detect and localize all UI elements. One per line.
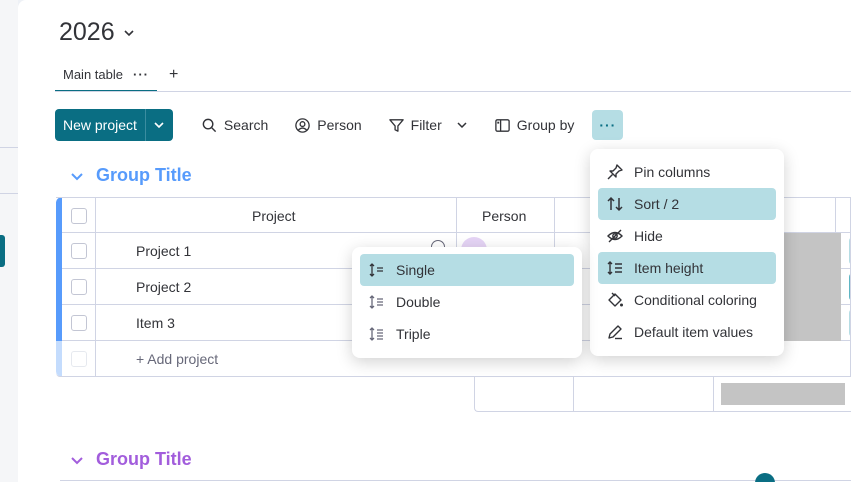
search-button[interactable]: Search (201, 109, 268, 141)
board-title[interactable]: 2026 (59, 18, 135, 47)
more-icon[interactable]: ··· (133, 67, 149, 82)
row-height-icon (369, 263, 383, 277)
menu-item-label: Default item values (634, 324, 754, 340)
filter-icon (388, 118, 404, 132)
menu-item-label: Hide (634, 228, 663, 244)
tabs-divider (55, 91, 851, 92)
new-project-dropdown[interactable] (144, 109, 173, 141)
menu-item-conditional-coloring[interactable]: Conditional coloring (598, 284, 776, 316)
group-title[interactable]: Group Title (96, 165, 192, 186)
row-checkbox[interactable] (71, 243, 87, 259)
column-header-project[interactable]: Project (252, 208, 296, 224)
menu-item-default-item-values[interactable]: Default item values (598, 316, 776, 348)
row-name[interactable]: Project 2 (136, 279, 191, 295)
menu-item-label: Conditional coloring (634, 292, 757, 308)
board-toolbar: New project Search Person Filter Group b… (55, 109, 624, 141)
row-checkbox[interactable] (71, 279, 87, 295)
sidebar-active-indicator[interactable] (0, 235, 5, 267)
tab-main-table-label: Main table (63, 66, 123, 82)
group-by-icon (494, 118, 510, 132)
menu-item-label: Triple (396, 326, 431, 342)
view-tabs: Main table ··· + (55, 58, 178, 92)
summary-row (474, 376, 851, 412)
row-name[interactable]: Item 3 (136, 315, 175, 331)
height-option-double[interactable]: Double (360, 286, 574, 318)
sidebar-divider (0, 193, 18, 194)
menu-item-label: Sort / 2 (634, 196, 680, 212)
more-options-button[interactable]: ··· (592, 110, 624, 140)
filter-label: Filter (410, 117, 442, 133)
menu-item-sort[interactable]: Sort / 2 (598, 188, 776, 220)
chevron-down-icon[interactable] (456, 119, 468, 131)
new-project-button[interactable]: New project (55, 109, 173, 141)
row-height-icon (607, 261, 622, 275)
item-height-submenu: Single Double Triple (352, 247, 582, 358)
menu-item-label: Single (396, 262, 435, 278)
menu-item-label: Pin columns (634, 164, 711, 180)
pencil-icon (608, 325, 622, 340)
menu-item-hide[interactable]: Hide (598, 220, 776, 252)
search-icon (202, 118, 217, 132)
paint-bucket-icon (608, 292, 623, 307)
select-all-checkbox[interactable] (71, 208, 87, 224)
filter-button[interactable]: Filter (388, 109, 468, 141)
group-by-label: Group by (516, 117, 575, 133)
group-by-button[interactable]: Group by (494, 109, 575, 141)
person-filter-button[interactable]: Person (294, 109, 362, 141)
row-name[interactable]: Project 1 (136, 243, 191, 259)
menu-item-item-height[interactable]: Item height (598, 252, 776, 284)
chevron-down-icon (154, 122, 164, 129)
left-sidebar (0, 0, 18, 482)
search-label: Search (223, 117, 269, 133)
table-top-border (60, 480, 851, 481)
summary-placeholder (721, 383, 845, 405)
board-title-text: 2026 (59, 18, 115, 46)
group-header[interactable]: Group Title (70, 449, 192, 470)
row-height-icon (369, 295, 383, 309)
row-checkbox[interactable] (71, 315, 87, 331)
group-title[interactable]: Group Title (96, 449, 192, 470)
more-icon: ··· (599, 117, 617, 133)
chevron-down-icon[interactable] (70, 169, 84, 183)
add-view-button[interactable]: + (169, 66, 178, 84)
person-icon (295, 117, 311, 133)
eye-slash-icon (607, 229, 623, 243)
tab-main-table[interactable]: Main table ··· (55, 58, 157, 92)
row-height-icon (369, 327, 383, 341)
height-option-single[interactable]: Single (360, 254, 574, 286)
group-header[interactable]: Group Title (70, 165, 192, 186)
more-options-menu: Pin columns Sort / 2 Hide Item height Co… (590, 149, 784, 356)
board-main: 2026 Main table ··· + New project Search… (18, 0, 851, 482)
chevron-down-icon[interactable] (70, 453, 84, 467)
chevron-down-icon[interactable] (123, 27, 135, 39)
menu-item-pin-columns[interactable]: Pin columns (598, 156, 776, 188)
scroll-handle[interactable] (755, 473, 775, 482)
row-checkbox (71, 351, 87, 367)
sidebar-divider (0, 147, 18, 148)
person-label: Person (317, 117, 362, 133)
new-project-label[interactable]: New project (55, 109, 145, 141)
menu-item-label: Double (396, 294, 441, 310)
menu-item-label: Item height (634, 260, 704, 276)
column-header-person[interactable]: Person (482, 208, 526, 224)
pin-icon (607, 164, 623, 180)
height-option-triple[interactable]: Triple (360, 318, 574, 350)
add-project-button[interactable]: + Add project (136, 351, 218, 367)
sort-icon (607, 196, 623, 212)
